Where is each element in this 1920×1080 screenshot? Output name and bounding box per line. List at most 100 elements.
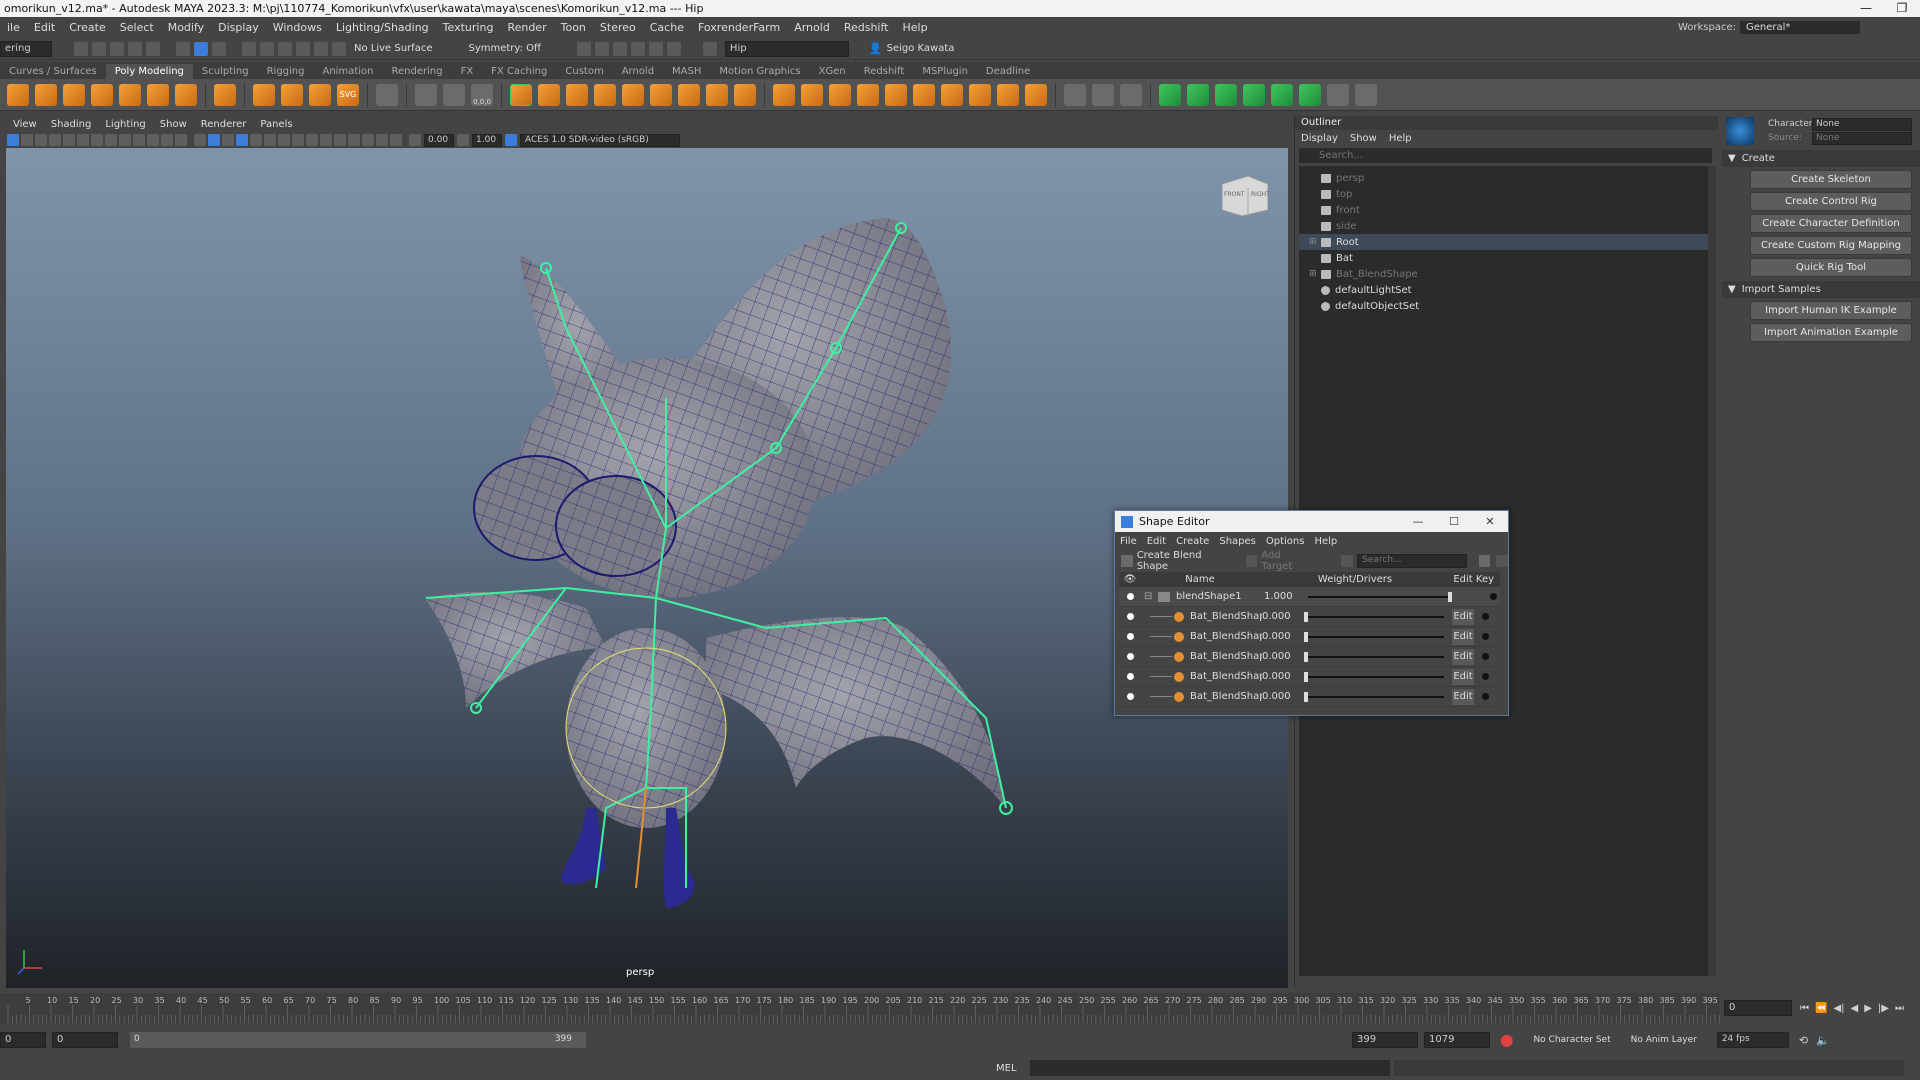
expand-icon[interactable]: ⊞ bbox=[1309, 237, 1321, 247]
edit-target-button[interactable]: Edit bbox=[1452, 688, 1474, 705]
user-name[interactable]: Seigo Kawata bbox=[887, 43, 955, 54]
default-material-icon[interactable] bbox=[222, 134, 234, 146]
hik-button-create-control-rig[interactable]: Create Control Rig bbox=[1750, 192, 1912, 211]
slider-handle[interactable] bbox=[1448, 591, 1452, 602]
isolate-select-icon[interactable] bbox=[348, 134, 360, 146]
outliner-scrollbar[interactable] bbox=[1708, 166, 1716, 976]
shelf-tab-polymodeling[interactable]: Poly Modeling bbox=[105, 64, 193, 79]
anti-aliasing-icon[interactable] bbox=[320, 134, 332, 146]
menu-item-help[interactable]: Help bbox=[895, 21, 934, 34]
shape-editor-menu-create[interactable]: Create bbox=[1171, 536, 1214, 547]
gamma-field[interactable]: 1.00 bbox=[472, 133, 502, 147]
snap-view-icon[interactable] bbox=[296, 41, 310, 56]
select-object-icon[interactable] bbox=[194, 41, 208, 56]
snap-live-icon[interactable] bbox=[332, 41, 346, 56]
poly-torus-icon[interactable] bbox=[119, 83, 141, 106]
slider-handle[interactable] bbox=[1304, 671, 1308, 682]
symmetry-dropdown[interactable]: Symmetry: Off bbox=[468, 43, 540, 54]
start-time-field[interactable]: 0 bbox=[0, 1032, 46, 1048]
grease-pencil-icon[interactable] bbox=[77, 134, 89, 146]
depth-of-field-icon[interactable] bbox=[334, 134, 346, 146]
time-slider[interactable]: 5 10 15 20 25 30 35 40 45 50 55 60 65 70 75 80 85 90 95 100… bbox=[0, 993, 1724, 1023]
shelf-tab-custom[interactable]: Custom bbox=[556, 64, 612, 79]
shelf-tab-rendering[interactable]: Rendering bbox=[382, 64, 451, 79]
blend-shape-weight[interactable]: 1.000 bbox=[1264, 591, 1300, 602]
outliner-item[interactable]: defaultLightSet bbox=[1299, 282, 1711, 298]
poly-plane-icon[interactable] bbox=[147, 83, 169, 106]
shelf-tab-motiongraphics[interactable]: Motion Graphics bbox=[710, 64, 809, 79]
uv-editor-icon[interactable] bbox=[1299, 83, 1321, 106]
exposure-icon[interactable] bbox=[409, 134, 421, 146]
smooth-icon[interactable] bbox=[566, 83, 588, 106]
view-cube[interactable]: FRONT RIGHT bbox=[1221, 175, 1270, 217]
merge-icon[interactable] bbox=[885, 83, 907, 106]
poke-icon[interactable] bbox=[1025, 83, 1047, 106]
menu-item-cache[interactable]: Cache bbox=[643, 21, 691, 34]
resolution-gate-icon[interactable] bbox=[119, 134, 131, 146]
delete-icon[interactable] bbox=[1496, 555, 1509, 567]
use-all-lights-icon[interactable] bbox=[264, 134, 276, 146]
shelf-tab-arnold[interactable]: Arnold bbox=[613, 64, 663, 79]
menu-item-display[interactable]: Display bbox=[211, 21, 266, 34]
workspace-value[interactable]: General* bbox=[1740, 21, 1860, 34]
image-plane-icon[interactable] bbox=[49, 134, 61, 146]
reset-transform-icon[interactable]: 0,0,0 bbox=[471, 83, 493, 106]
poly-cone-icon[interactable] bbox=[91, 83, 113, 106]
xray-icon[interactable] bbox=[362, 134, 374, 146]
hik-button-create-skeleton[interactable]: Create Skeleton bbox=[1750, 170, 1912, 189]
mode-dropdown[interactable]: ering bbox=[0, 40, 52, 57]
target-weight[interactable]: 0.000 bbox=[1262, 611, 1296, 622]
shelf-tab-curvessurfaces[interactable]: Curves / Surfaces bbox=[0, 64, 106, 79]
target-row[interactable]: Bat_BlendShape0.000 Edit bbox=[1119, 607, 1500, 627]
character-set-dropdown[interactable]: No Character Set bbox=[1533, 1035, 1610, 1045]
hik-button-import-human-ik-example[interactable]: Import Human IK Example bbox=[1750, 301, 1912, 320]
expand-icon[interactable]: ⊟ bbox=[1144, 591, 1154, 602]
outliner-item[interactable]: defaultObjectSet bbox=[1299, 298, 1711, 314]
visibility-dot[interactable] bbox=[1127, 593, 1134, 600]
key-dot[interactable] bbox=[1490, 593, 1497, 600]
shelf-tab-rigging[interactable]: Rigging bbox=[258, 64, 314, 79]
menu-item-stereo[interactable]: Stereo bbox=[593, 21, 643, 34]
center-pivot-icon[interactable] bbox=[415, 83, 437, 106]
exposure-field[interactable]: 0.00 bbox=[424, 133, 454, 147]
harden-edge-icon[interactable] bbox=[1355, 83, 1377, 106]
shelf-tab-animation[interactable]: Animation bbox=[314, 64, 383, 79]
menu-item-select[interactable]: Select bbox=[113, 21, 161, 34]
shelf-tab-deadline[interactable]: Deadline bbox=[977, 64, 1039, 79]
weight-slider[interactable] bbox=[1304, 631, 1444, 642]
snap-curve-icon[interactable] bbox=[260, 41, 274, 56]
edit-target-button[interactable]: Edit bbox=[1452, 628, 1474, 645]
grid-icon[interactable] bbox=[376, 83, 398, 106]
outliner-item[interactable]: front bbox=[1299, 202, 1711, 218]
sweep-mesh-icon[interactable] bbox=[281, 83, 303, 106]
go-to-end-icon[interactable]: ⏭ bbox=[1895, 1003, 1904, 1014]
camera-uv-icon[interactable] bbox=[1271, 83, 1293, 106]
view-transform-dropdown[interactable]: ACES 1.0 SDR-video (sRGB) bbox=[520, 133, 680, 147]
shelf-tab-fx[interactable]: FX bbox=[452, 64, 483, 79]
gamma-icon[interactable] bbox=[457, 134, 469, 146]
range-slider[interactable]: 0 399 bbox=[130, 1032, 586, 1048]
menu-item-create[interactable]: Create bbox=[62, 21, 113, 34]
visibility-dot[interactable] bbox=[1127, 653, 1134, 660]
viewport-menu-lighting[interactable]: Lighting bbox=[98, 119, 152, 130]
shape-editor-minimize[interactable]: — bbox=[1400, 515, 1436, 528]
target-weight[interactable]: 0.000 bbox=[1262, 671, 1296, 682]
textured-icon[interactable] bbox=[250, 134, 262, 146]
multi-cut-icon[interactable] bbox=[1064, 83, 1086, 106]
safe-action-icon[interactable] bbox=[161, 134, 173, 146]
smooth-shade-icon[interactable] bbox=[208, 134, 220, 146]
outliner-menu-show[interactable]: Show bbox=[1344, 133, 1383, 144]
hik-button-import-animation-example[interactable]: Import Animation Example bbox=[1750, 323, 1912, 342]
menu-item-texturing[interactable]: Texturing bbox=[436, 21, 501, 34]
pause-icon[interactable] bbox=[666, 41, 681, 56]
slider-handle[interactable] bbox=[1304, 651, 1308, 662]
step-back-frame-icon[interactable]: ◀| bbox=[1833, 1003, 1844, 1014]
reduce-icon[interactable] bbox=[734, 83, 756, 106]
edit-target-button[interactable]: Edit bbox=[1452, 608, 1474, 625]
bookmark-icon[interactable] bbox=[35, 134, 47, 146]
snap-surface-icon[interactable] bbox=[314, 41, 328, 56]
extrude-icon[interactable] bbox=[773, 83, 795, 106]
grid-toggle-icon[interactable] bbox=[91, 134, 103, 146]
shelf-tab-fxcaching[interactable]: FX Caching bbox=[482, 64, 556, 79]
bridge-icon[interactable] bbox=[801, 83, 823, 106]
